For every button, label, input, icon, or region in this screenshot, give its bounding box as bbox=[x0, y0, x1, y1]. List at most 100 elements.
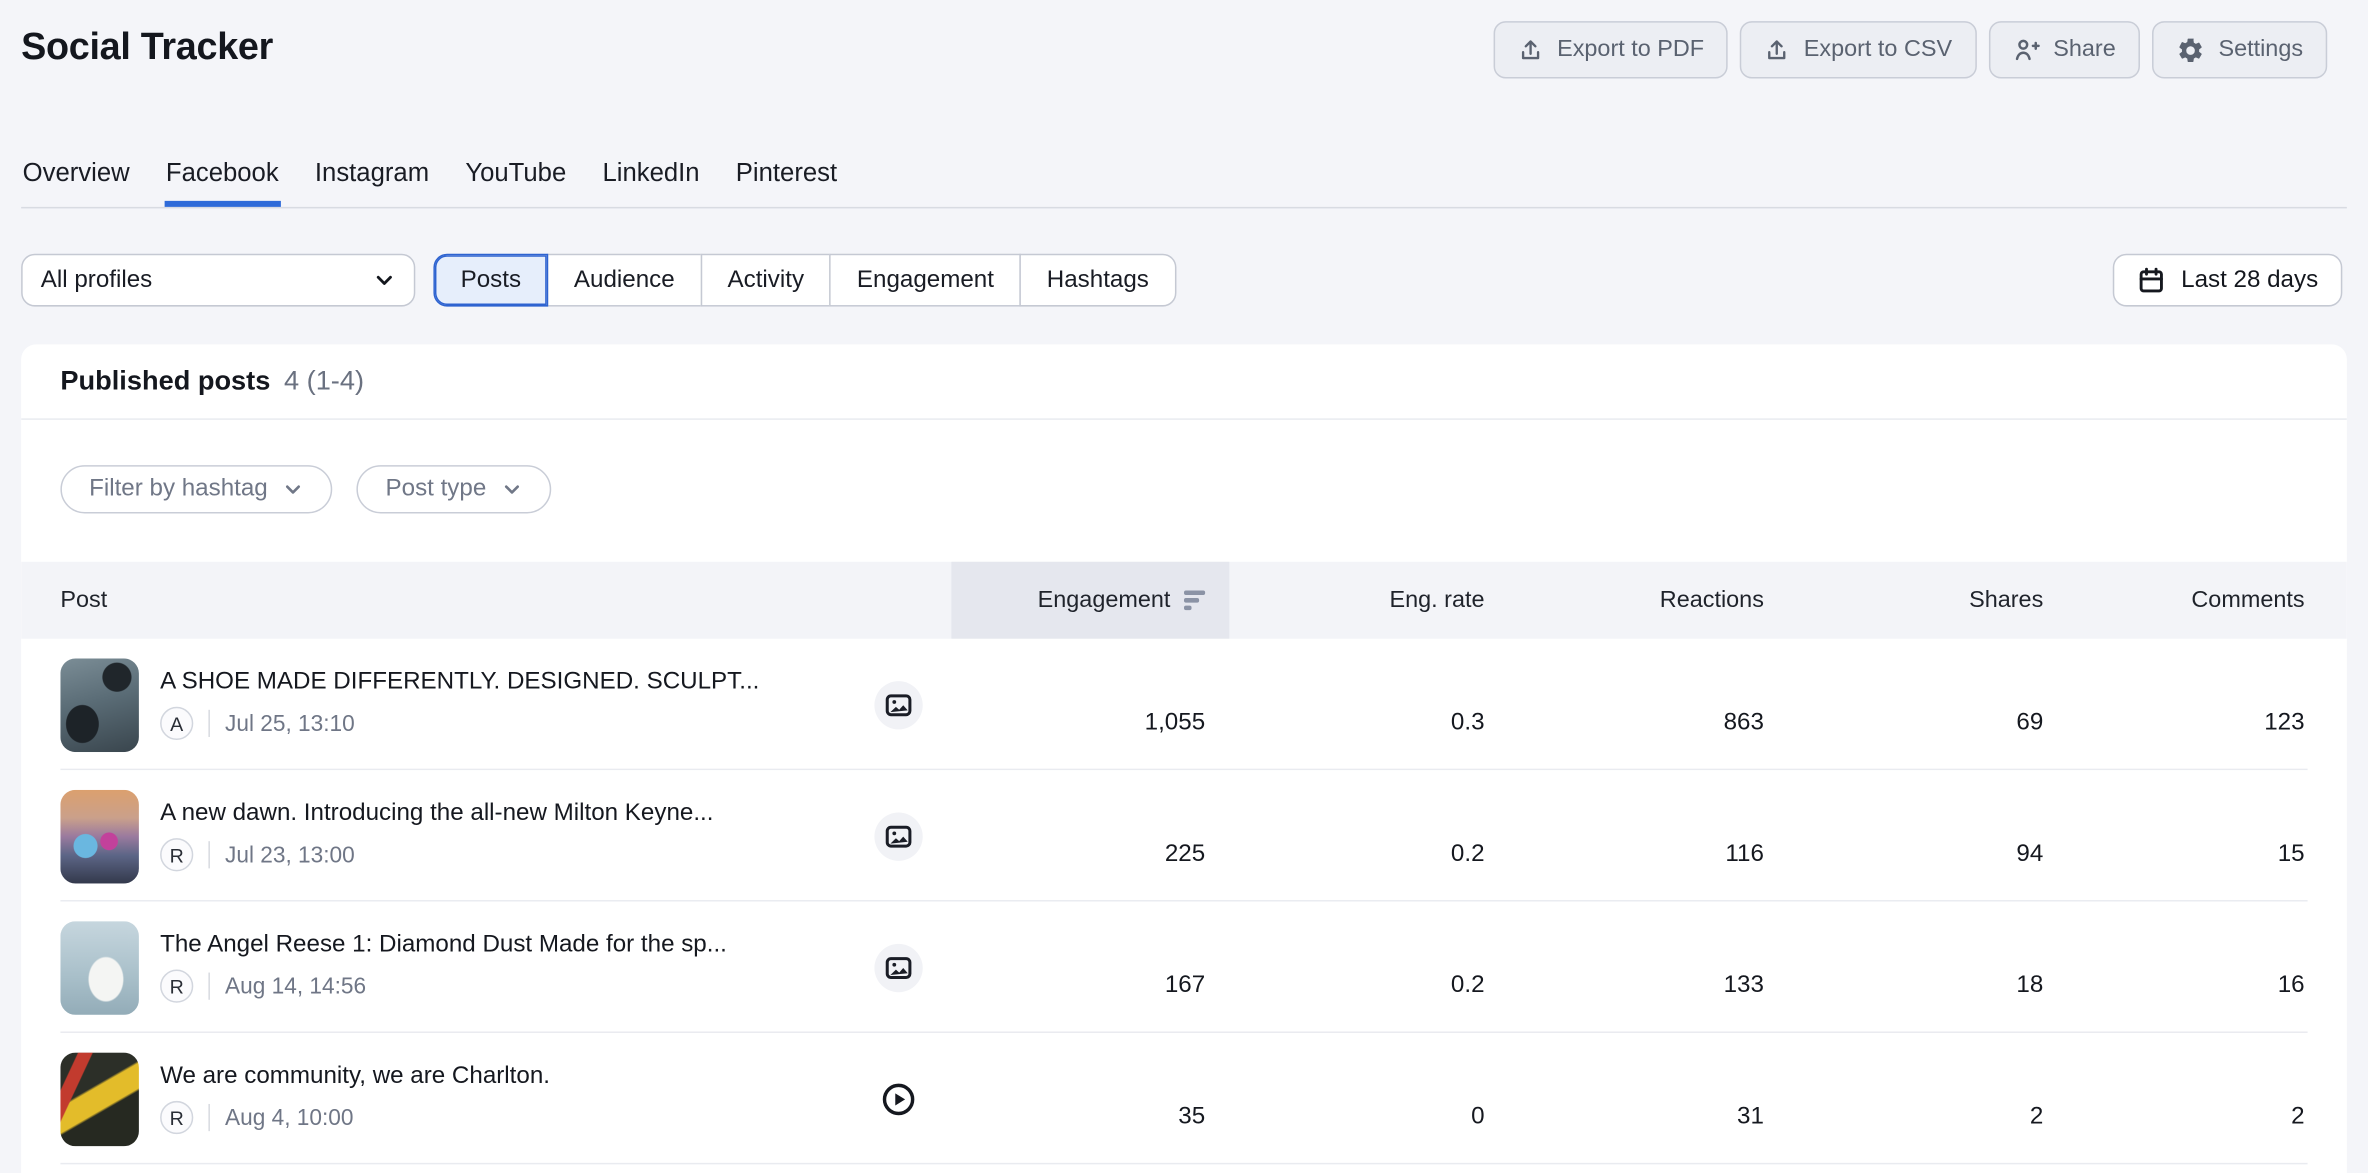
tab-instagram[interactable]: Instagram bbox=[313, 148, 430, 207]
upload-icon bbox=[1518, 37, 1544, 63]
table-body: A SHOE MADE DIFFERENTLY. DESIGNED. SCULP… bbox=[21, 639, 2347, 1165]
engagement-value: 225 bbox=[1165, 841, 1205, 868]
page-header: Social Tracker Export to PDF Export to C… bbox=[21, 0, 2347, 79]
image-media-icon bbox=[874, 680, 922, 728]
profiles-select[interactable]: All profiles bbox=[21, 254, 415, 307]
view-segment-engagement[interactable]: Engagement bbox=[830, 254, 1021, 307]
engagement-value: 35 bbox=[1178, 1104, 1205, 1131]
meta-divider bbox=[208, 841, 210, 868]
export-csv-label: Export to CSV bbox=[1804, 36, 1952, 63]
shares-value: 69 bbox=[2016, 710, 2043, 737]
post-text: A new dawn. Introducing the all-new Milt… bbox=[160, 800, 853, 871]
sort-descending-icon bbox=[1184, 591, 1205, 610]
column-header-reactions[interactable]: Reactions bbox=[1509, 587, 1788, 614]
upload-icon bbox=[1765, 37, 1791, 63]
page-title: Social Tracker bbox=[21, 26, 273, 70]
hashtag-filter-dropdown[interactable]: Filter by hashtag bbox=[60, 465, 332, 513]
shares-value: 94 bbox=[2016, 841, 2043, 868]
view-segmented-control: Posts Audience Activity Engagement Hasht… bbox=[433, 254, 1176, 307]
profiles-select-value: All profiles bbox=[41, 267, 152, 294]
post-thumbnail[interactable] bbox=[60, 1052, 139, 1146]
image-media-icon bbox=[874, 943, 922, 991]
post-title[interactable]: A SHOE MADE DIFFERENTLY. DESIGNED. SCULP… bbox=[160, 669, 853, 696]
column-header-eng-rate[interactable]: Eng. rate bbox=[1229, 587, 1508, 614]
post-title[interactable]: We are community, we are Charlton. bbox=[160, 1063, 853, 1090]
post-meta: R Jul 23, 13:00 bbox=[160, 838, 853, 871]
comments-value: 16 bbox=[2278, 973, 2305, 1000]
post-date: Aug 4, 10:00 bbox=[225, 1105, 353, 1131]
meta-divider bbox=[208, 973, 210, 1000]
card-header: Published posts 4 (1-4) bbox=[21, 344, 2347, 420]
table-row[interactable]: We are community, we are Charlton. R Aug… bbox=[21, 1033, 2347, 1164]
post-filters: Filter by hashtag Post type bbox=[60, 465, 2307, 513]
published-posts-count: 4 (1-4) bbox=[284, 365, 364, 397]
post-date: Jul 25, 13:10 bbox=[225, 711, 355, 737]
settings-button[interactable]: Settings bbox=[2152, 21, 2327, 78]
post-meta: R Aug 14, 14:56 bbox=[160, 970, 853, 1003]
engagement-value: 167 bbox=[1165, 973, 1205, 1000]
comments-value: 15 bbox=[2278, 841, 2305, 868]
eng-rate-value: 0.3 bbox=[1451, 710, 1485, 737]
reactions-value: 863 bbox=[1724, 710, 1764, 737]
post-meta: R Aug 4, 10:00 bbox=[160, 1101, 853, 1134]
column-header-shares[interactable]: Shares bbox=[1788, 587, 2067, 614]
platform-tabs: Overview Facebook Instagram YouTube Link… bbox=[21, 148, 2347, 208]
column-header-comments[interactable]: Comments bbox=[2067, 587, 2346, 614]
controls-row: All profiles Posts Audience Activity Eng… bbox=[21, 254, 2347, 307]
table-row[interactable]: A SHOE MADE DIFFERENTLY. DESIGNED. SCULP… bbox=[21, 639, 2347, 770]
post-type-dropdown[interactable]: Post type bbox=[357, 465, 551, 513]
post-thumbnail[interactable] bbox=[60, 789, 139, 883]
profile-badge: R bbox=[160, 970, 193, 1003]
image-media-icon bbox=[874, 812, 922, 860]
post-title[interactable]: The Angel Reese 1: Diamond Dust Made for… bbox=[160, 932, 853, 959]
column-header-engagement[interactable]: Engagement bbox=[951, 562, 1229, 639]
meta-divider bbox=[208, 710, 210, 737]
view-segment-posts[interactable]: Posts bbox=[433, 254, 548, 307]
post-cell: A new dawn. Introducing the all-new Milt… bbox=[21, 789, 951, 883]
published-posts-card: Published posts 4 (1-4) Filter by hashta… bbox=[21, 344, 2347, 1173]
post-title[interactable]: A new dawn. Introducing the all-new Milt… bbox=[160, 800, 853, 827]
chevron-down-icon bbox=[501, 479, 522, 500]
tab-pinterest[interactable]: Pinterest bbox=[734, 148, 838, 207]
tab-facebook[interactable]: Facebook bbox=[164, 148, 280, 207]
tab-overview[interactable]: Overview bbox=[21, 148, 131, 207]
toolbar: Export to PDF Export to CSV Share Settin… bbox=[1494, 21, 2328, 78]
published-posts-title: Published posts bbox=[60, 365, 270, 397]
post-thumbnail[interactable] bbox=[60, 658, 139, 752]
post-date: Aug 14, 14:56 bbox=[225, 973, 366, 999]
view-segment-audience[interactable]: Audience bbox=[547, 254, 702, 307]
eng-rate-value: 0.2 bbox=[1451, 841, 1485, 868]
view-segment-hashtags[interactable]: Hashtags bbox=[1020, 254, 1176, 307]
reactions-value: 133 bbox=[1724, 973, 1764, 1000]
post-text: A SHOE MADE DIFFERENTLY. DESIGNED. SCULP… bbox=[160, 669, 853, 740]
export-pdf-button[interactable]: Export to PDF bbox=[1494, 21, 1729, 78]
settings-label: Settings bbox=[2218, 36, 2303, 63]
shares-value: 18 bbox=[2016, 973, 2043, 1000]
comments-value: 123 bbox=[2264, 710, 2304, 737]
post-cell: The Angel Reese 1: Diamond Dust Made for… bbox=[21, 920, 951, 1014]
date-range-label: Last 28 days bbox=[2181, 267, 2318, 294]
table-header: Post Engagement Eng. rate Reactions Shar… bbox=[21, 562, 2347, 639]
post-text: The Angel Reese 1: Diamond Dust Made for… bbox=[160, 932, 853, 1003]
post-meta: A Jul 25, 13:10 bbox=[160, 707, 853, 740]
date-range-button[interactable]: Last 28 days bbox=[2113, 254, 2342, 307]
profile-badge: R bbox=[160, 838, 193, 871]
table-row[interactable]: The Angel Reese 1: Diamond Dust Made for… bbox=[21, 902, 2347, 1033]
shares-value: 2 bbox=[2030, 1104, 2043, 1131]
eng-rate-value: 0.2 bbox=[1451, 973, 1485, 1000]
profile-badge: R bbox=[160, 1101, 193, 1134]
table-row[interactable]: A new dawn. Introducing the all-new Milt… bbox=[21, 770, 2347, 901]
person-plus-icon bbox=[2013, 36, 2040, 63]
export-pdf-label: Export to PDF bbox=[1557, 36, 1704, 63]
eng-rate-value: 0 bbox=[1471, 1104, 1484, 1131]
chevron-down-icon bbox=[373, 269, 396, 292]
share-button[interactable]: Share bbox=[1988, 21, 2140, 78]
column-header-post: Post bbox=[21, 587, 951, 614]
reactions-value: 31 bbox=[1737, 1104, 1764, 1131]
tab-linkedin[interactable]: LinkedIn bbox=[601, 148, 701, 207]
view-segment-activity[interactable]: Activity bbox=[700, 254, 831, 307]
tab-youtube[interactable]: YouTube bbox=[464, 148, 568, 207]
engagement-value: 1,055 bbox=[1145, 710, 1205, 737]
export-csv-button[interactable]: Export to CSV bbox=[1740, 21, 1976, 78]
post-thumbnail[interactable] bbox=[60, 920, 139, 1014]
